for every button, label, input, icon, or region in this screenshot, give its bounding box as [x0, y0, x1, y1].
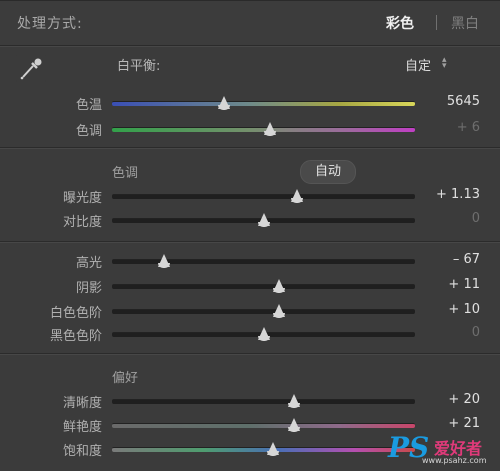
slider-label: 清晰度 — [62, 396, 102, 411]
slider-value[interactable]: 0 — [472, 211, 480, 226]
slider-row: 清晰度 + 20 — [0, 390, 500, 412]
slider-label: 白色色阶 — [49, 306, 102, 321]
slider-thumb[interactable] — [272, 304, 285, 318]
slider-track[interactable] — [112, 309, 415, 314]
white-balance-dropdown[interactable]: 自定 — [405, 55, 431, 74]
slider-row: 高光 – 67 — [0, 250, 500, 272]
slider-value[interactable]: 0 — [472, 325, 480, 340]
slider-value[interactable]: + 10 — [448, 302, 480, 317]
divider — [0, 148, 500, 149]
slider-track[interactable] — [112, 423, 415, 428]
divider — [0, 46, 500, 47]
treatment-separator — [436, 15, 437, 30]
slider-thumb[interactable] — [257, 213, 270, 227]
slider-row: 白色色阶 + 10 — [0, 300, 500, 322]
slider-track[interactable] — [112, 194, 415, 199]
watermark-logo: PS 爱好者 www.psahz.com — [388, 429, 498, 469]
treatment-label: 处理方式: — [17, 16, 83, 32]
slider-thumb[interactable] — [287, 394, 300, 408]
auto-tone-button[interactable]: 自动 — [300, 160, 356, 184]
slider-thumb[interactable] — [218, 96, 231, 110]
slider-label: 色温 — [75, 98, 102, 113]
white-balance-label: 白平衡: — [117, 59, 161, 74]
slider-row: 色温 5645 — [0, 92, 500, 114]
watermark-url: www.psahz.com — [422, 456, 487, 465]
dropdown-arrows-icon[interactable]: ▴ ▾ — [442, 56, 447, 71]
slider-thumb[interactable] — [263, 122, 276, 136]
slider-track[interactable] — [112, 284, 415, 289]
slider-label: 高光 — [75, 256, 102, 271]
slider-label: 鲜艳度 — [62, 420, 102, 435]
slider-thumb[interactable] — [266, 442, 279, 456]
treatment-bw-button[interactable]: 黑白 — [451, 13, 479, 33]
tone-section-label: 色调 — [112, 166, 139, 181]
slider-thumb[interactable] — [290, 189, 303, 203]
slider-label: 饱和度 — [62, 444, 102, 459]
basic-panel: 处理方式: 彩色 黑白 白平衡: 自定 ▴ ▾ 色温 5645 色调 + 6 色调 自动… — [0, 0, 500, 471]
slider-label: 对比度 — [62, 215, 102, 230]
slider-value[interactable]: 5645 — [447, 94, 480, 109]
slider-thumb[interactable] — [257, 327, 270, 341]
slider-row: 阴影 + 11 — [0, 275, 500, 297]
treatment-color-button[interactable]: 彩色 — [386, 13, 414, 33]
treatment-header: 处理方式: 彩色 黑白 — [0, 1, 500, 45]
slider-label: 曝光度 — [62, 191, 102, 206]
slider-track[interactable] — [112, 101, 415, 106]
eyedropper-icon[interactable] — [16, 53, 46, 83]
slider-thumb[interactable] — [157, 254, 170, 268]
slider-label: 阴影 — [75, 281, 102, 296]
slider-label: 黑色色阶 — [49, 329, 102, 344]
presence-section-label: 偏好 — [112, 371, 139, 386]
slider-thumb[interactable] — [272, 279, 285, 293]
slider-value[interactable]: + 6 — [457, 120, 480, 135]
slider-thumb[interactable] — [287, 418, 300, 432]
slider-row: 色调 + 6 — [0, 118, 500, 140]
slider-row: 对比度 0 — [0, 209, 500, 231]
slider-value[interactable]: + 11 — [448, 277, 480, 292]
slider-track[interactable] — [112, 447, 415, 452]
divider — [0, 354, 500, 355]
slider-track[interactable] — [112, 399, 415, 404]
slider-label: 色调 — [75, 124, 102, 139]
slider-value[interactable]: + 1.13 — [436, 187, 480, 202]
slider-value[interactable]: – 67 — [453, 252, 480, 267]
slider-row: 曝光度 + 1.13 — [0, 185, 500, 207]
divider — [0, 242, 500, 243]
slider-row: 黑色色阶 0 — [0, 323, 500, 345]
slider-value[interactable]: + 20 — [448, 392, 480, 407]
